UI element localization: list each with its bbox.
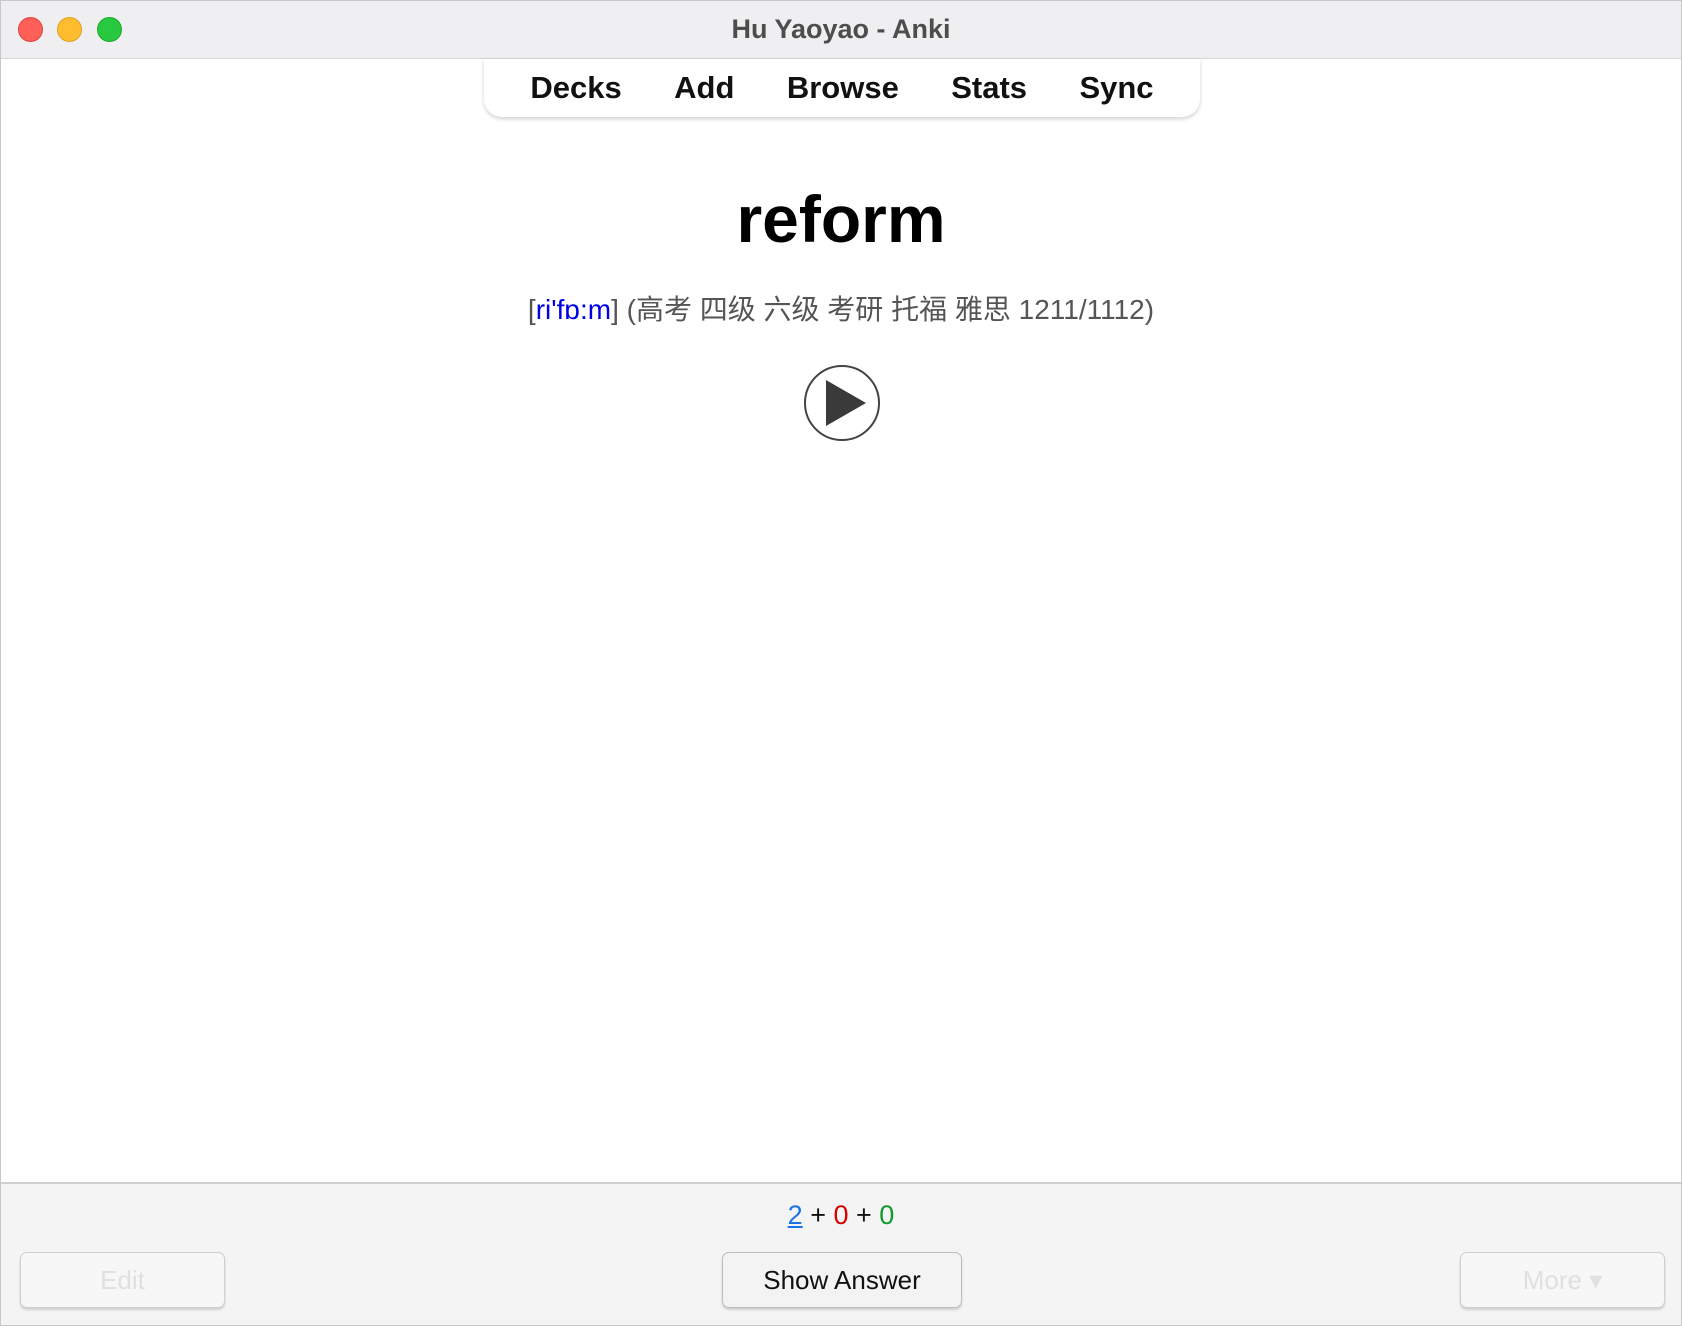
nav-sync[interactable]: Sync — [1073, 70, 1159, 106]
play-audio-button[interactable] — [804, 365, 880, 441]
more-button[interactable]: More ▾ — [1460, 1252, 1665, 1308]
title-bar: Hu Yaoyao - Anki — [1, 1, 1681, 59]
due-counts: 2 + 0 + 0 — [1, 1200, 1681, 1231]
nav-decks[interactable]: Decks — [524, 70, 627, 106]
top-toolbar: Decks Add Browse Stats Sync — [484, 59, 1200, 117]
window-title: Hu Yaoyao - Anki — [731, 14, 951, 44]
anki-window: Hu Yaoyao - Anki Decks Add Browse Stats … — [0, 0, 1682, 1326]
phonetic-close-bracket: ] — [611, 294, 619, 325]
card-word: reform — [736, 182, 946, 256]
phonetic-open-bracket: [ — [527, 294, 536, 325]
count-separator: + — [848, 1200, 880, 1230]
card-phonetic: ri'fɒ:m — [535, 294, 612, 325]
review-count: 0 — [879, 1200, 895, 1230]
card-phonetic-line: [ri'fɒ:m] (高考 四级 六级 考研 托福 雅思 1211/1112) — [1, 288, 1681, 328]
nav-add[interactable]: Add — [668, 70, 740, 106]
show-answer-button[interactable]: Show Answer — [722, 1252, 962, 1308]
learning-count: 0 — [833, 1200, 849, 1230]
bottom-bar: 2 + 0 + 0 Edit Show Answer More ▾ — [1, 1182, 1681, 1325]
card-tags: (高考 四级 六级 考研 托福 雅思 1211/1112) — [618, 294, 1155, 325]
edit-button[interactable]: Edit — [20, 1252, 225, 1308]
nav-stats[interactable]: Stats — [945, 70, 1033, 106]
nav-browse[interactable]: Browse — [781, 70, 905, 106]
play-icon — [826, 380, 866, 426]
new-count[interactable]: 2 — [788, 1200, 803, 1230]
count-separator: + — [802, 1200, 834, 1230]
